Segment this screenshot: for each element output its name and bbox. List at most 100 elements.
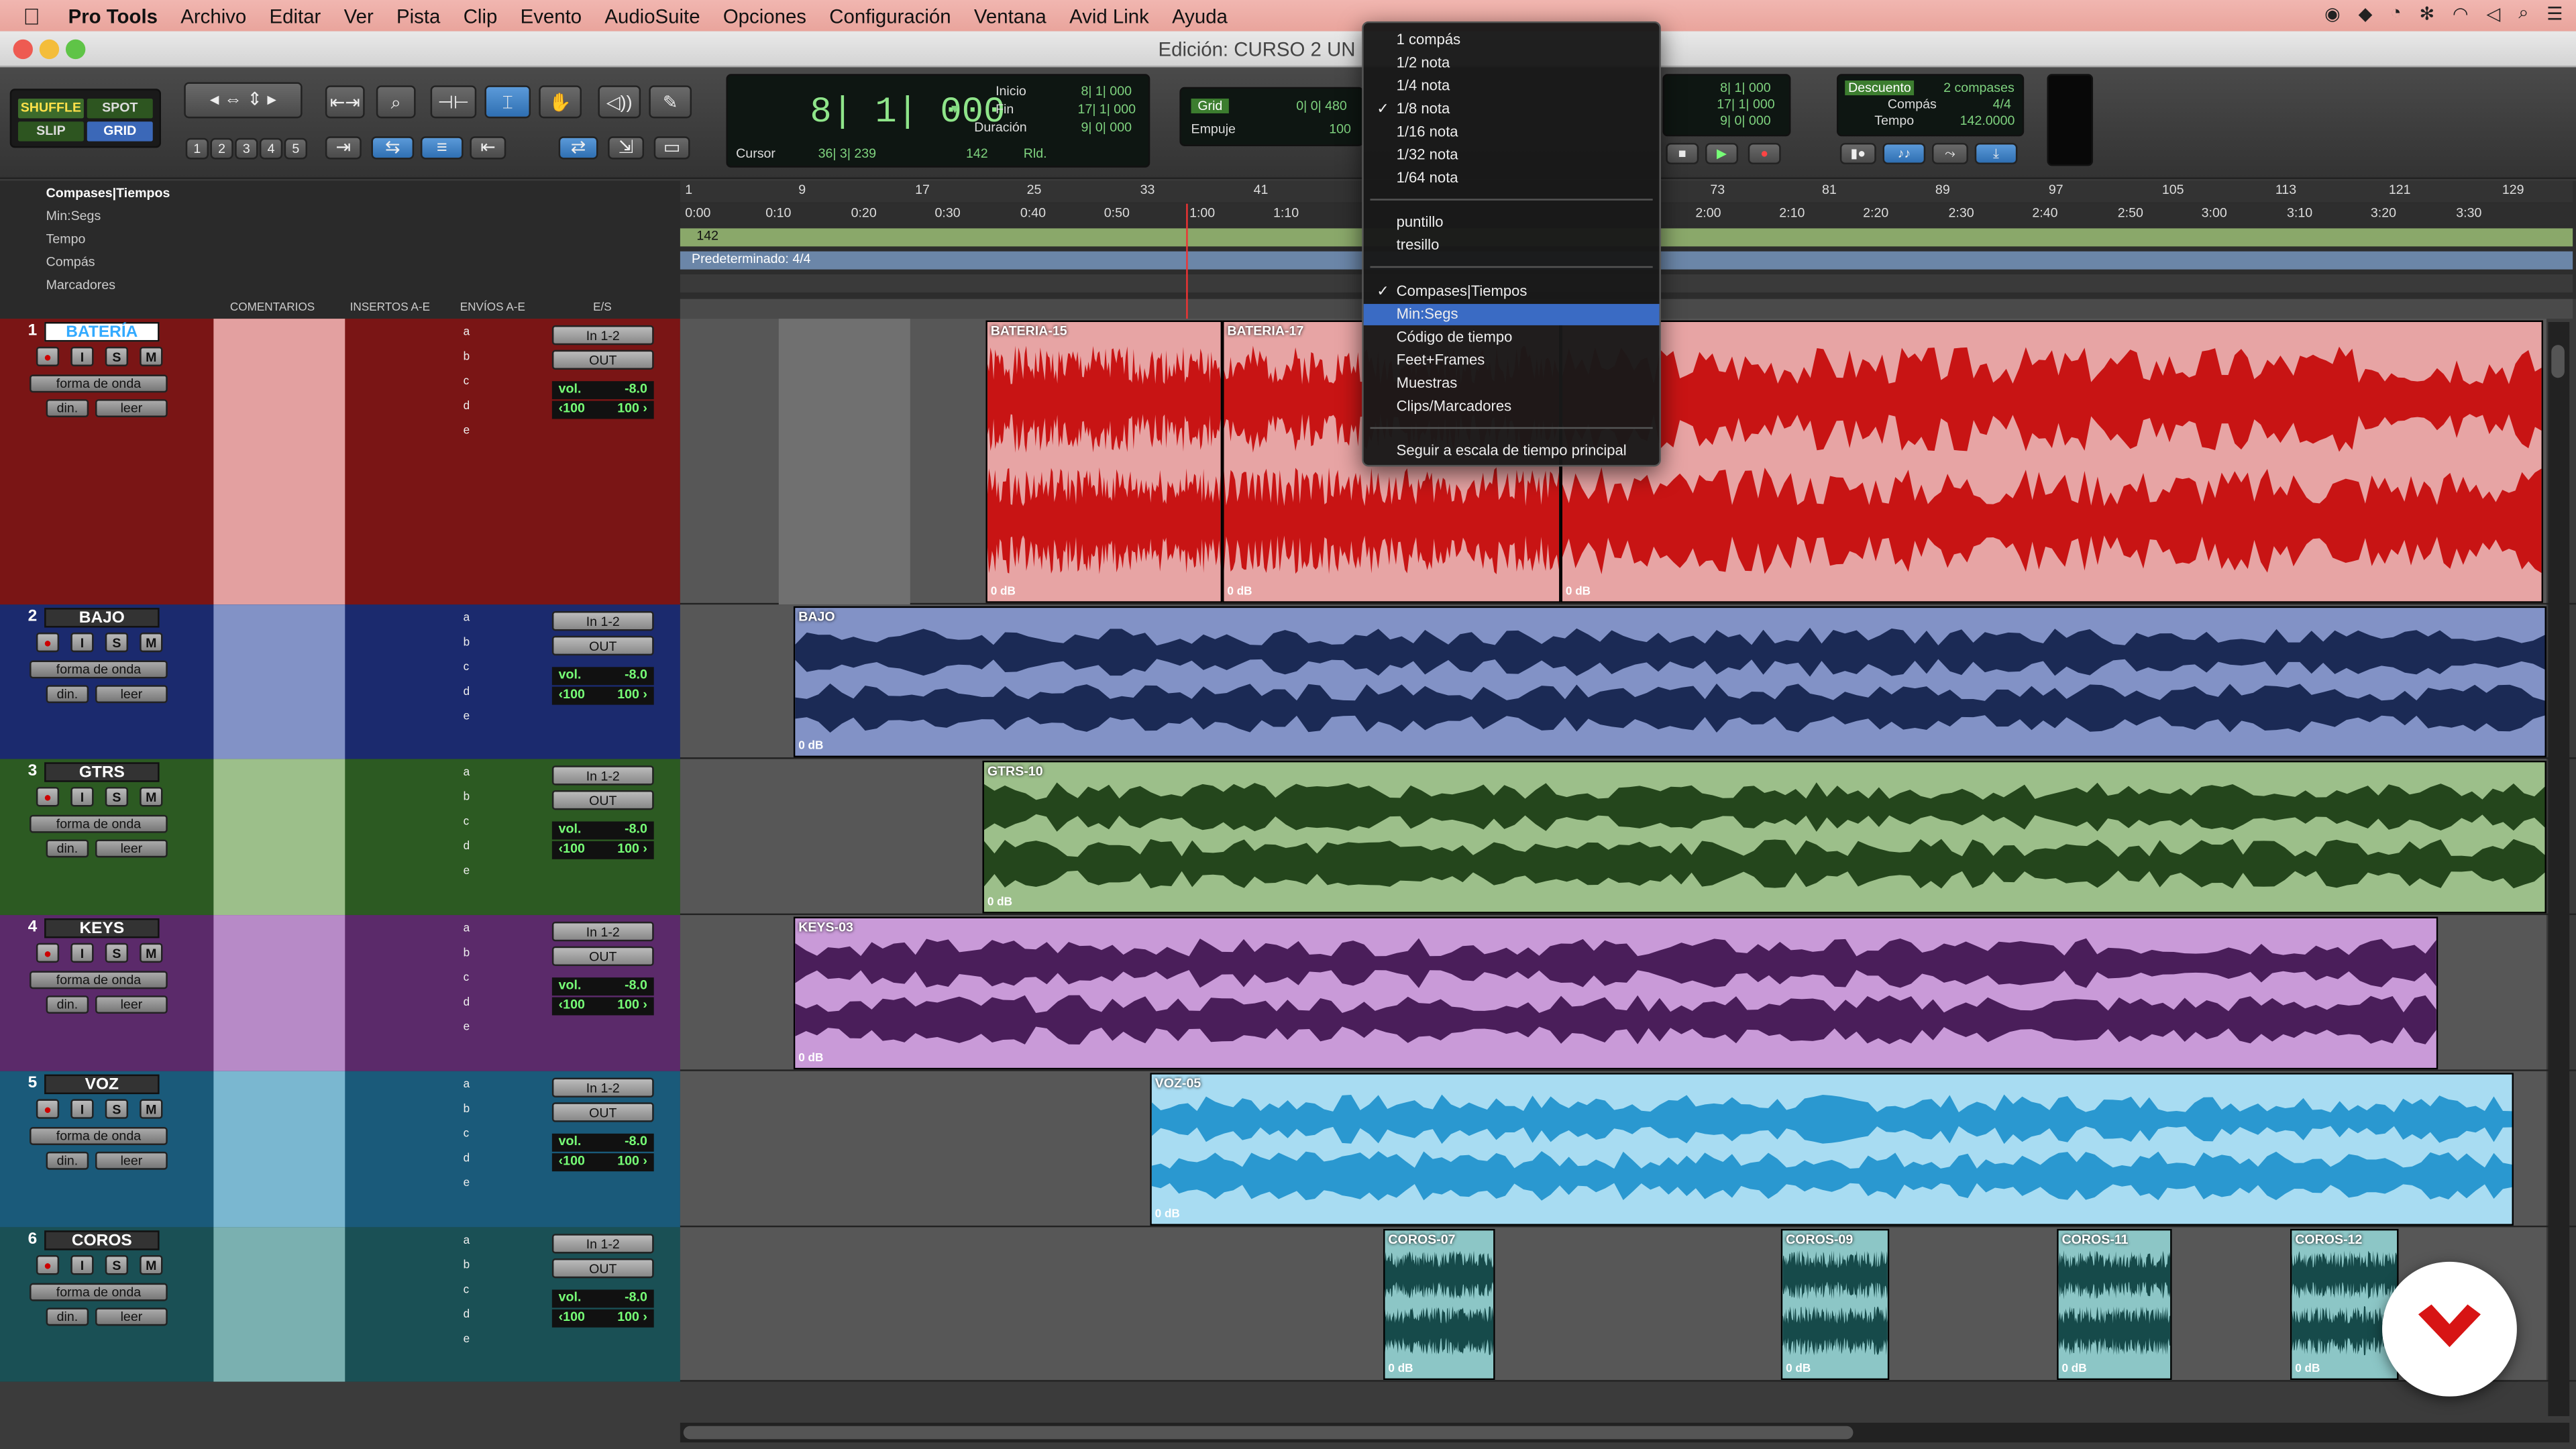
- record-icon[interactable]: ●: [1748, 143, 1781, 164]
- creative-cloud-icon[interactable]: ◉: [2324, 3, 2341, 25]
- inicio-value[interactable]: 8| 1| 000: [1081, 84, 1132, 99]
- send-slot-c[interactable]: c: [457, 815, 549, 831]
- track-name[interactable]: VOZ: [44, 1074, 160, 1095]
- menu-ventana[interactable]: Ventana: [963, 4, 1058, 27]
- selector-tool-icon[interactable]: ⌶: [484, 85, 531, 119]
- output-selector[interactable]: OUT: [551, 350, 654, 370]
- view-selector[interactable]: forma de onda: [30, 660, 168, 679]
- mute-button[interactable]: M: [140, 346, 163, 367]
- mute-button[interactable]: M: [140, 787, 163, 807]
- close-icon[interactable]: [13, 39, 33, 60]
- send-slot-c[interactable]: c: [457, 374, 549, 390]
- playlist-coros[interactable]: COROS-07 0 dB COROS-09 0 dB COROS-11 0 dB C…: [680, 1227, 2546, 1381]
- comments-field[interactable]: [213, 604, 345, 759]
- input-monitor-button[interactable]: I: [70, 1099, 94, 1119]
- empuje-value[interactable]: 100: [1329, 121, 1351, 136]
- zoom-preset-2[interactable]: 2: [210, 138, 233, 160]
- volume-display[interactable]: vol. -8.0: [551, 667, 654, 686]
- input-monitor-button[interactable]: I: [70, 787, 94, 807]
- input-monitor-button[interactable]: I: [70, 346, 94, 367]
- volume-icon[interactable]: ◁: [2487, 3, 2501, 25]
- track-name[interactable]: KEYS: [44, 918, 160, 938]
- zoom-preset-4[interactable]: 4: [259, 138, 283, 160]
- input-selector[interactable]: In 1-2: [551, 611, 654, 631]
- dyn-button[interactable]: din.: [46, 1151, 89, 1170]
- ruler-markers-label[interactable]: Marcadores: [46, 278, 115, 292]
- menu-ayuda[interactable]: Ayuda: [1161, 4, 1239, 27]
- duracion-value[interactable]: 9| 0| 000: [1081, 120, 1132, 135]
- menu-clip[interactable]: Clip: [452, 4, 509, 27]
- input-monitor-button[interactable]: I: [70, 1255, 94, 1275]
- dyn-button[interactable]: din.: [46, 1307, 89, 1326]
- track-name[interactable]: COROS: [44, 1230, 160, 1250]
- input-monitor-button[interactable]: I: [70, 632, 94, 653]
- clip-keys-03[interactable]: KEYS-03 0 dB: [793, 916, 2438, 1070]
- dyn-button[interactable]: din.: [46, 399, 89, 418]
- playlist-voz[interactable]: VOZ-05 0 dB: [680, 1071, 2546, 1226]
- automation-mode[interactable]: leer: [95, 685, 168, 704]
- meter-marker[interactable]: Predeterminado: 4/4: [692, 252, 811, 266]
- solo-button[interactable]: S: [105, 1099, 129, 1119]
- grid-value[interactable]: 0| 0| 480: [1296, 99, 1347, 113]
- track-name[interactable]: BAJO: [44, 608, 160, 628]
- pan-display[interactable]: ‹100 100 ›: [551, 400, 654, 419]
- solo-button[interactable]: S: [105, 346, 129, 367]
- menu-archivo[interactable]: Archivo: [169, 4, 258, 27]
- input-monitor-button[interactable]: I: [70, 943, 94, 963]
- dyn-button[interactable]: din.: [46, 685, 89, 704]
- shuffle-button[interactable]: SHUFFLE: [17, 98, 84, 119]
- avid-icon[interactable]: ◆: [2359, 3, 2373, 25]
- mute-button[interactable]: M: [140, 1255, 163, 1275]
- send-slot-d[interactable]: d: [457, 996, 549, 1012]
- record-enable-button[interactable]: ●: [36, 632, 60, 653]
- send-slot-e[interactable]: e: [457, 1176, 549, 1192]
- send-slot-c[interactable]: c: [457, 971, 549, 987]
- time-machine-icon[interactable]: ◔: [2390, 3, 2401, 25]
- menu-item-1-compas[interactable]: 1 compás: [1364, 30, 1660, 51]
- comments-field[interactable]: [213, 1071, 345, 1228]
- menu-item-puntillo[interactable]: puntillo: [1364, 212, 1660, 233]
- mute-button[interactable]: M: [140, 632, 163, 653]
- clip-coros-11[interactable]: COROS-11 0 dB: [2057, 1228, 2172, 1381]
- ruler-tempo-label[interactable]: Tempo: [46, 231, 86, 246]
- menu-item-feet-frames[interactable]: Feet+Frames: [1364, 350, 1660, 372]
- ruler-meter-label[interactable]: Compás: [46, 255, 95, 270]
- link-track-icon[interactable]: ≡: [420, 136, 464, 160]
- automation-mode[interactable]: leer: [95, 399, 168, 418]
- send-slot-b[interactable]: b: [457, 790, 549, 806]
- empuje-label[interactable]: Empuje: [1191, 121, 1236, 136]
- sel-length[interactable]: 9| 0| 000: [1720, 113, 1771, 128]
- ruler-bars-beats-label[interactable]: Compases|Tiempos: [46, 186, 170, 201]
- send-slot-a[interactable]: a: [457, 1234, 549, 1250]
- send-slot-d[interactable]: d: [457, 685, 549, 701]
- horizontal-scroll-thumb[interactable]: [683, 1426, 1854, 1440]
- search-icon[interactable]: ⌕: [2518, 3, 2528, 25]
- output-selector[interactable]: OUT: [551, 946, 654, 967]
- menu-item-codigo-tiempo[interactable]: Código de tiempo: [1364, 327, 1660, 348]
- automation-mode[interactable]: leer: [95, 1307, 168, 1326]
- send-slot-d[interactable]: d: [457, 1307, 549, 1324]
- send-slot-a[interactable]: a: [457, 1078, 549, 1094]
- dyn-button[interactable]: din.: [46, 996, 89, 1014]
- send-slot-a[interactable]: a: [457, 765, 549, 782]
- volume-display[interactable]: vol. -8.0: [551, 821, 654, 840]
- sel-start[interactable]: 8| 1| 000: [1720, 80, 1771, 95]
- send-slot-a[interactable]: a: [457, 325, 549, 341]
- zoom-preset-3[interactable]: 3: [235, 138, 258, 160]
- track-name[interactable]: GTRS: [44, 762, 160, 782]
- output-selector[interactable]: OUT: [551, 1258, 654, 1279]
- zoom-preset-1[interactable]: 1: [185, 138, 209, 160]
- horizontal-scrollbar[interactable]: [680, 1422, 2570, 1443]
- input-selector[interactable]: In 1-2: [551, 325, 654, 345]
- view-selector[interactable]: forma de onda: [30, 814, 168, 833]
- input-selector[interactable]: In 1-2: [551, 765, 654, 786]
- menu-item-1-32-nota[interactable]: 1/32 nota: [1364, 145, 1660, 166]
- comments-field[interactable]: [213, 1227, 345, 1382]
- playlist-bajo[interactable]: BAJO 0 dB: [680, 604, 2546, 757]
- trim-tool-icon[interactable]: ⊣⊢: [430, 85, 477, 119]
- send-slot-b[interactable]: b: [457, 1102, 549, 1118]
- solo-button[interactable]: S: [105, 1255, 129, 1275]
- stop-icon[interactable]: ■: [1666, 143, 1699, 164]
- comments-field[interactable]: [213, 915, 345, 1071]
- send-slot-d[interactable]: d: [457, 839, 549, 855]
